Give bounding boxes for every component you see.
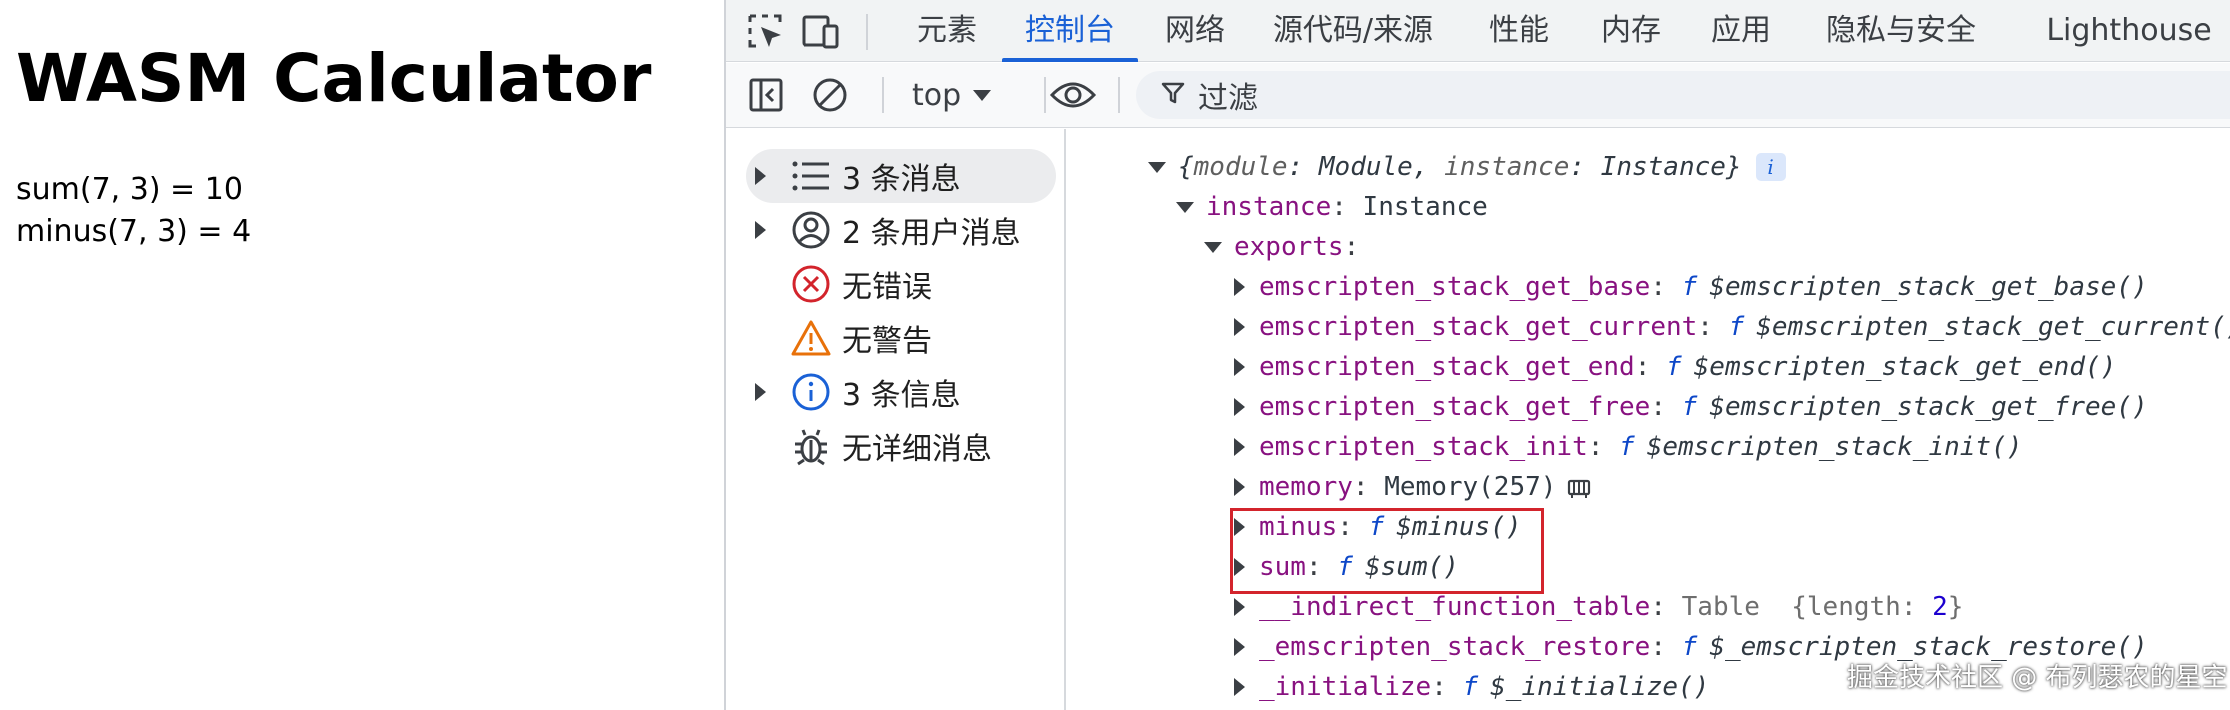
page-title: WASM Calculator — [16, 40, 652, 117]
collapse-arrow-icon[interactable] — [1204, 241, 1222, 253]
expand-arrow-icon[interactable] — [1234, 598, 1245, 616]
expand-arrow-icon[interactable] — [746, 221, 774, 239]
sidebar-item-label: 无错误 — [842, 270, 932, 305]
inspect-element-icon[interactable] — [746, 12, 786, 52]
eye-icon[interactable] — [1048, 75, 1098, 115]
tab-console[interactable]: 控制台 — [1002, 0, 1138, 62]
sidebar-item-messages[interactable]: 3 条消息 — [746, 149, 1056, 203]
devtools-tab-bar: 元素 控制台 网络 源代码/来源 性能 内存 应用 隐私与安全 Lighthou… — [726, 0, 2230, 62]
tree-row-export-function[interactable]: emscripten_stack_get_base: f $emscripten_… — [1234, 267, 2148, 307]
expand-arrow-icon[interactable] — [1234, 278, 1245, 296]
sidebar-item-info[interactable]: 3 条信息 — [746, 365, 1056, 419]
user-icon — [788, 207, 834, 253]
tree-row-export-function[interactable]: emscripten_stack_get_free: f $emscripten_… — [1234, 387, 2148, 427]
sidebar-item-label: 无警告 — [842, 324, 932, 359]
error-icon — [788, 261, 834, 307]
toolbar-separator — [882, 77, 884, 113]
collapse-arrow-icon[interactable] — [1148, 161, 1166, 173]
sidebar-item-label: 3 条信息 — [842, 378, 961, 413]
console-sidebar: 3 条消息 2 条用户消息 无错误 无警告 3 条信息 无详细消息 — [726, 129, 1066, 710]
sidebar-item-label: 3 条消息 — [842, 162, 961, 197]
toolbar-separator-3 — [1118, 77, 1120, 113]
list-icon — [788, 153, 834, 199]
expand-arrow-icon[interactable] — [1234, 678, 1245, 696]
tree-row-export-function[interactable]: _initialize: f $_initialize() — [1234, 667, 1709, 707]
info-icon — [788, 369, 834, 415]
filter-icon — [1160, 80, 1186, 110]
sidebar-item-errors[interactable]: 无错误 — [746, 257, 1056, 311]
tab-performance[interactable]: 性能 — [1486, 0, 1552, 62]
chevron-down-icon — [973, 89, 992, 101]
toolbar-separator-2 — [1044, 77, 1046, 113]
tab-network[interactable]: 网络 — [1162, 0, 1228, 62]
info-badge-icon[interactable]: i — [1755, 153, 1786, 181]
context-selector[interactable]: top — [912, 73, 992, 117]
memory-inspector-icon[interactable] — [1566, 476, 1592, 498]
expand-arrow-icon[interactable] — [746, 167, 774, 185]
tree-row-instance[interactable]: instance: Instance — [1176, 187, 1488, 227]
tab-bar-separator — [866, 14, 868, 50]
expand-arrow-icon[interactable] — [1234, 638, 1245, 656]
tab-memory[interactable]: 内存 — [1598, 0, 1664, 62]
sidebar-item-label: 无详细消息 — [842, 432, 992, 467]
sidebar-item-user-messages[interactable]: 2 条用户消息 — [746, 203, 1056, 257]
sum-result-line: sum(7, 3) = 10 — [16, 172, 243, 207]
sidebar-item-verbose[interactable]: 无详细消息 — [746, 419, 1056, 473]
tree-row-exports[interactable]: exports: — [1204, 227, 1359, 267]
tab-privacy-security[interactable]: 隐私与安全 — [1818, 0, 1984, 62]
tab-sources[interactable]: 源代码/来源 — [1270, 0, 1436, 62]
expand-arrow-icon[interactable] — [1234, 398, 1245, 416]
tab-lighthouse[interactable]: Lighthouse — [2044, 0, 2214, 62]
highlight-annotation-box — [1230, 508, 1544, 594]
filter-input[interactable]: 过滤 — [1136, 71, 2230, 119]
tree-row-export-function[interactable]: emscripten_stack_get_end: f $emscripten_s… — [1234, 347, 2116, 387]
minus-result-line: minus(7, 3) = 4 — [16, 214, 252, 249]
devtools-panel: 元素 控制台 网络 源代码/来源 性能 内存 应用 隐私与安全 Lighthou… — [724, 0, 2230, 710]
expand-arrow-icon[interactable] — [1234, 358, 1245, 376]
tree-row-export-function[interactable]: emscripten_stack_get_current: f $emscript… — [1234, 307, 2230, 347]
sidebar-item-warnings[interactable]: 无警告 — [746, 311, 1056, 365]
tree-row-export-function[interactable]: emscripten_stack_init: f $emscripten_stac… — [1234, 427, 2022, 467]
collapse-arrow-icon[interactable] — [1176, 201, 1194, 213]
bug-icon — [788, 423, 834, 469]
expand-arrow-icon[interactable] — [1234, 318, 1245, 336]
warning-icon — [788, 315, 834, 361]
sidebar-item-label: 2 条用户消息 — [842, 216, 1021, 251]
watermark: 掘金技术社区 @ 布列瑟农的星空 — [1847, 663, 2228, 693]
tab-application[interactable]: 应用 — [1708, 0, 1774, 62]
console-toolbar: top 过滤 — [726, 63, 2230, 128]
expand-arrow-icon[interactable] — [1234, 438, 1245, 456]
expand-arrow-icon[interactable] — [746, 383, 774, 401]
tab-elements[interactable]: 元素 — [914, 0, 980, 62]
expand-arrow-icon[interactable] — [1234, 478, 1245, 496]
tree-row-memory[interactable]: memory: Memory(257) — [1234, 467, 1592, 507]
device-toolbar-icon[interactable] — [800, 12, 840, 52]
context-value: top — [912, 77, 962, 113]
console-object-summary[interactable]: {module: Module, instance: Instance} i — [1148, 147, 1786, 187]
console-output: {module: Module, instance: Instance} i i… — [1068, 129, 2230, 710]
clear-console-icon[interactable] — [810, 75, 850, 115]
web-page: WASM Calculator sum(7, 3) = 10 minus(7, … — [0, 0, 724, 710]
filter-placeholder: 过滤 — [1198, 81, 1258, 116]
sidebar-toggle-icon[interactable] — [746, 75, 786, 115]
